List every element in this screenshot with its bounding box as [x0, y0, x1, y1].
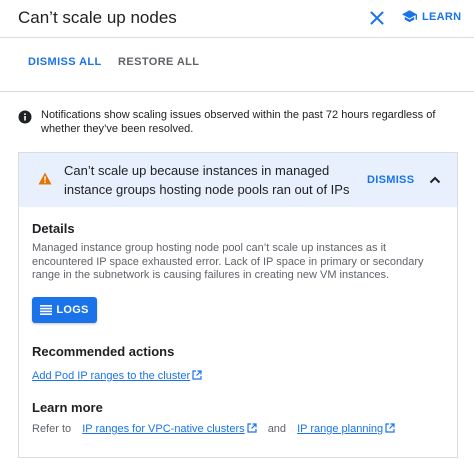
- recommended-actions-heading: Recommended actions: [32, 344, 175, 359]
- vpc-native-ip-ranges-link[interactable]: IP ranges for VPC-native clusters: [82, 423, 244, 435]
- info-notice: Notifications show scaling issues observ…: [18, 108, 458, 136]
- action-bar: DISMISS ALL RESTORE ALL: [0, 38, 474, 92]
- list-icon: [40, 305, 53, 315]
- details-heading: Details: [32, 221, 75, 236]
- ip-range-planning-link[interactable]: IP range planning: [297, 423, 383, 435]
- logs-button[interactable]: LOGS: [32, 297, 97, 323]
- notification-header: Can’t scale up because instances in mana…: [19, 153, 457, 207]
- notification-card: Can’t scale up because instances in mana…: [18, 152, 458, 458]
- dismiss-all-button[interactable]: DISMISS ALL: [28, 56, 102, 68]
- page-title: Can’t scale up nodes: [18, 8, 177, 27]
- chevron-up-icon[interactable]: [428, 173, 442, 187]
- recommended-action-link[interactable]: Add Pod IP ranges to the cluster: [32, 366, 202, 384]
- external-link-icon: [192, 370, 202, 380]
- close-icon: [370, 11, 384, 25]
- refer-prefix: Refer to: [32, 423, 72, 435]
- add-pod-ip-ranges-link[interactable]: Add Pod IP ranges to the cluster: [32, 370, 190, 382]
- refer-and: and: [267, 423, 287, 435]
- school-icon: [402, 10, 417, 23]
- info-icon: [18, 110, 32, 124]
- warning-icon: [38, 172, 52, 185]
- learn-more-heading: Learn more: [32, 400, 103, 415]
- learn-button[interactable]: LEARN: [402, 10, 461, 23]
- panel-header: Can’t scale up nodes LEARN: [0, 0, 474, 38]
- external-link-icon: [247, 423, 257, 433]
- notification-title: Can’t scale up because instances in mana…: [64, 163, 350, 197]
- dismiss-button[interactable]: DISMISS: [367, 174, 414, 186]
- close-button[interactable]: [368, 9, 386, 27]
- external-link-icon: [385, 423, 395, 433]
- details-text: Managed instance group hosting node pool…: [32, 242, 424, 281]
- restore-all-button[interactable]: RESTORE ALL: [118, 56, 199, 68]
- learn-button-label: LEARN: [422, 10, 462, 23]
- logs-button-label: LOGS: [56, 304, 89, 316]
- info-text: Notifications show scaling issues observ…: [41, 109, 436, 135]
- learn-more-row: Refer to IP ranges for VPC-native cluste…: [32, 423, 395, 435]
